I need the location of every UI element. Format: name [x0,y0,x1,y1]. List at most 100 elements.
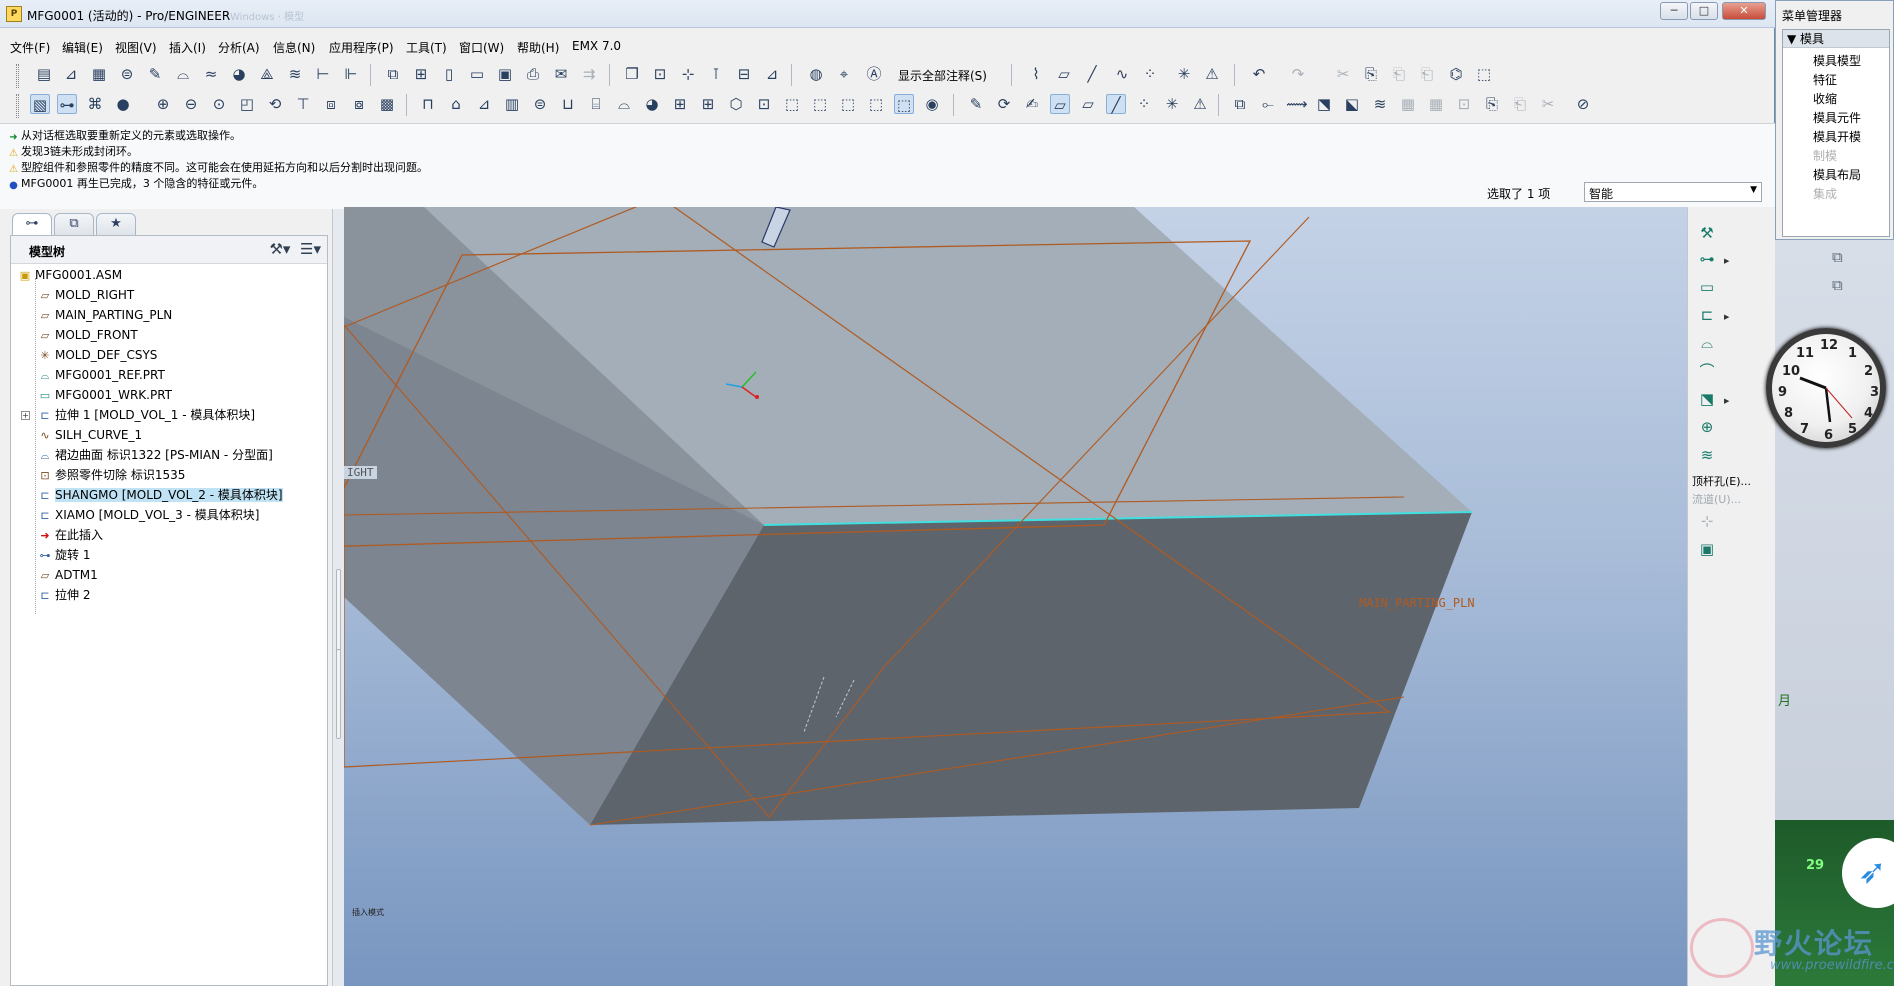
point-on-icon[interactable]: ⁘ [1134,94,1154,114]
csys-icon[interactable]: ⊹ [678,64,698,84]
tree-item[interactable]: ∿ SILH_CURVE_1 [37,426,142,445]
spin-center-icon[interactable]: ⚠ [1202,64,1222,84]
mm-item-feature[interactable]: 特征 [1813,71,1837,88]
mm-item-mold-component[interactable]: 模具元件 [1813,109,1861,126]
enhanced-realism-icon[interactable]: ◉ [922,94,942,114]
print-icon[interactable]: ⎙ [523,64,543,84]
mold-assembly-icon[interactable]: ⚒ [1696,223,1718,243]
edit-definition-icon[interactable]: ✎ [966,94,986,114]
tree-item[interactable]: ✳ MOLD_DEF_CSYS [37,346,157,365]
ruler-icon[interactable]: ⊩ [341,64,361,84]
panel-splitter[interactable] [332,209,344,986]
projected-area-icon[interactable]: ⊔ [558,94,578,114]
note-icon[interactable]: ⊟ [734,64,754,84]
toolbar-grip[interactable] [16,94,19,118]
zoom-out-icon[interactable]: ⊖ [181,94,201,114]
no-hidden-icon[interactable]: ⬚ [810,94,830,114]
zoom-in-icon[interactable]: ⊕ [153,94,173,114]
tree-item[interactable]: ▱ MAIN_PARTING_PLN [37,306,173,325]
menu-edit[interactable]: 编辑(E) [62,39,103,56]
solid-box-icon[interactable]: ⬚ [838,94,858,114]
reference-model-icon[interactable]: ⊶ [1696,249,1718,269]
offset-icon[interactable]: ⬔ [1314,94,1334,114]
spin-icon[interactable]: ⊶ [57,94,77,114]
paste-icon[interactable]: ⎗ [1389,64,1409,84]
menu-manager-header[interactable]: ▼ 模具 [1783,30,1889,48]
datum-tag-parting[interactable]: MAIN_PARTING_PLN [1359,596,1475,610]
solidify-icon[interactable]: ≋ [1370,94,1390,114]
trim-icon[interactable]: ⟜ [1258,94,1278,114]
parting-line-icon[interactable]: ⊜ [530,94,550,114]
extend-icon[interactable]: ⟿ [1286,94,1308,114]
send-icon[interactable]: ⇉ [579,64,599,84]
datum-tag-right[interactable]: IGHT [344,466,377,479]
tab-favorites[interactable]: ★ [96,213,136,235]
copy-feature-icon[interactable]: ⎘ [1482,94,1502,114]
menu-help[interactable]: 帮助(H) [517,39,559,56]
flyout-arrow-icon[interactable]: ▶ [1724,397,1729,405]
tab-folder-browser[interactable]: ⧉ [54,213,94,235]
flyout-arrow-icon[interactable]: ▶ [1724,257,1729,265]
show-all-notes-button[interactable]: 显示全部注释(S) [898,67,987,84]
mm-item-mold-layout[interactable]: 模具布局 [1813,166,1861,183]
plane-display-icon[interactable]: ▱ [1054,64,1074,84]
flyout-arrow-icon[interactable]: ▶ [1724,313,1729,321]
show-menu-icon[interactable]: ☰▾ [300,240,321,258]
volume-split-icon[interactable]: ⬔ [1696,389,1718,409]
regenerate-icon[interactable]: ⟳ [994,94,1014,114]
water-line-icon[interactable]: ⌸ [586,94,606,114]
merge-icon[interactable]: ⧉ [1230,94,1250,114]
silhouette-curve-icon[interactable]: ⌓ [1696,333,1718,353]
reorient-icon[interactable]: ⟲ [265,94,285,114]
component-assemble-icon[interactable]: ⊡ [650,64,670,84]
dimension-icon[interactable]: ⊿ [762,64,782,84]
menu-insert[interactable]: 插入(I) [169,39,206,56]
select-box-icon[interactable]: ⬚ [1474,64,1494,84]
mm-item-shrinkage[interactable]: 收缩 [1813,90,1837,107]
table-icon[interactable]: ▦ [89,64,109,84]
tree-item[interactable]: ⊡ 参照零件切除 标识1535 [37,466,185,485]
tree-item[interactable]: ⊏ XIAMO [MOLD_VOL_3 - 模具体积块] [37,506,259,525]
csys-display-icon[interactable]: ✳ [1174,64,1194,84]
color-icon[interactable]: ◕ [229,64,249,84]
extract-component-icon[interactable]: ⊕ [1696,417,1718,437]
tab-model-tree[interactable]: ⊶ [12,213,52,235]
mold-opening-icon[interactable]: ≋ [1696,445,1718,465]
expand-icon[interactable]: + [21,411,30,420]
tree-item-selected[interactable]: ⊏ SHANGMO [MOLD_VOL_2 - 模具体积块] [37,486,283,505]
tree-item[interactable]: ▭ MFG0001_WRK.PRT [37,386,172,405]
undo-icon[interactable]: ↶ [1249,64,1269,84]
tree-item[interactable]: ▱ MOLD_FRONT [37,326,138,345]
annot-on-icon[interactable]: ⚠ [1190,94,1210,114]
mm-item-molding[interactable]: 制模 [1813,147,1837,164]
thicken-icon[interactable]: ⬕ [1342,94,1362,114]
ejector-pin-button[interactable]: 顶杆孔(E)... [1692,473,1751,489]
clock-gadget[interactable]: 12 1 2 3 4 5 6 7 8 9 10 11 [1766,328,1886,448]
tree-item[interactable]: ⌓ MFG0001_REF.PRT [37,366,165,385]
point-display-icon[interactable]: ⁘ [1140,64,1160,84]
maximize-button[interactable]: □ [1690,2,1718,20]
email-icon[interactable]: ✉ [551,64,571,84]
hide-icon[interactable]: ⊘ [1573,94,1593,114]
measure-icon[interactable]: ⊢ [313,64,333,84]
axis-display-icon[interactable]: ╱ [1082,64,1102,84]
gadget-icon[interactable]: ⧉ [1832,248,1843,266]
graphics-viewport[interactable]: IGHT MAIN_PARTING_PLN 插入模式 [344,207,1687,986]
settings-icon[interactable]: ⚒▾ [269,240,290,258]
edges-icon[interactable]: ⬚ [866,94,886,114]
title-bar[interactable]: P MFG0001 (活动的) - Pro/ENGINEER Windows ·… [0,0,1775,28]
axis-on-icon[interactable]: ╱ [1106,94,1126,114]
wireframe-icon[interactable]: ⬚ [782,94,802,114]
menu-file[interactable]: 文件(F) [10,39,50,56]
shrinkage-icon[interactable]: ⊏ [1696,305,1718,325]
tree-item[interactable]: ⊏ 拉伸 2 [37,586,90,605]
tree-item[interactable]: ▱ MOLD_RIGHT [37,286,135,305]
layers-icon[interactable]: ≋ [285,64,305,84]
interference-icon[interactable]: ◕ [642,94,662,114]
shade-icon[interactable]: ⟁ [257,64,277,84]
model-graphics[interactable] [344,207,1687,986]
mold-cavity-icon[interactable]: ⊓ [418,94,438,114]
csys-align-icon[interactable]: ⊺ [706,64,726,84]
shaded-icon[interactable]: ⬚ [894,94,914,114]
layer-tree-icon[interactable]: ⧇ [349,94,369,114]
